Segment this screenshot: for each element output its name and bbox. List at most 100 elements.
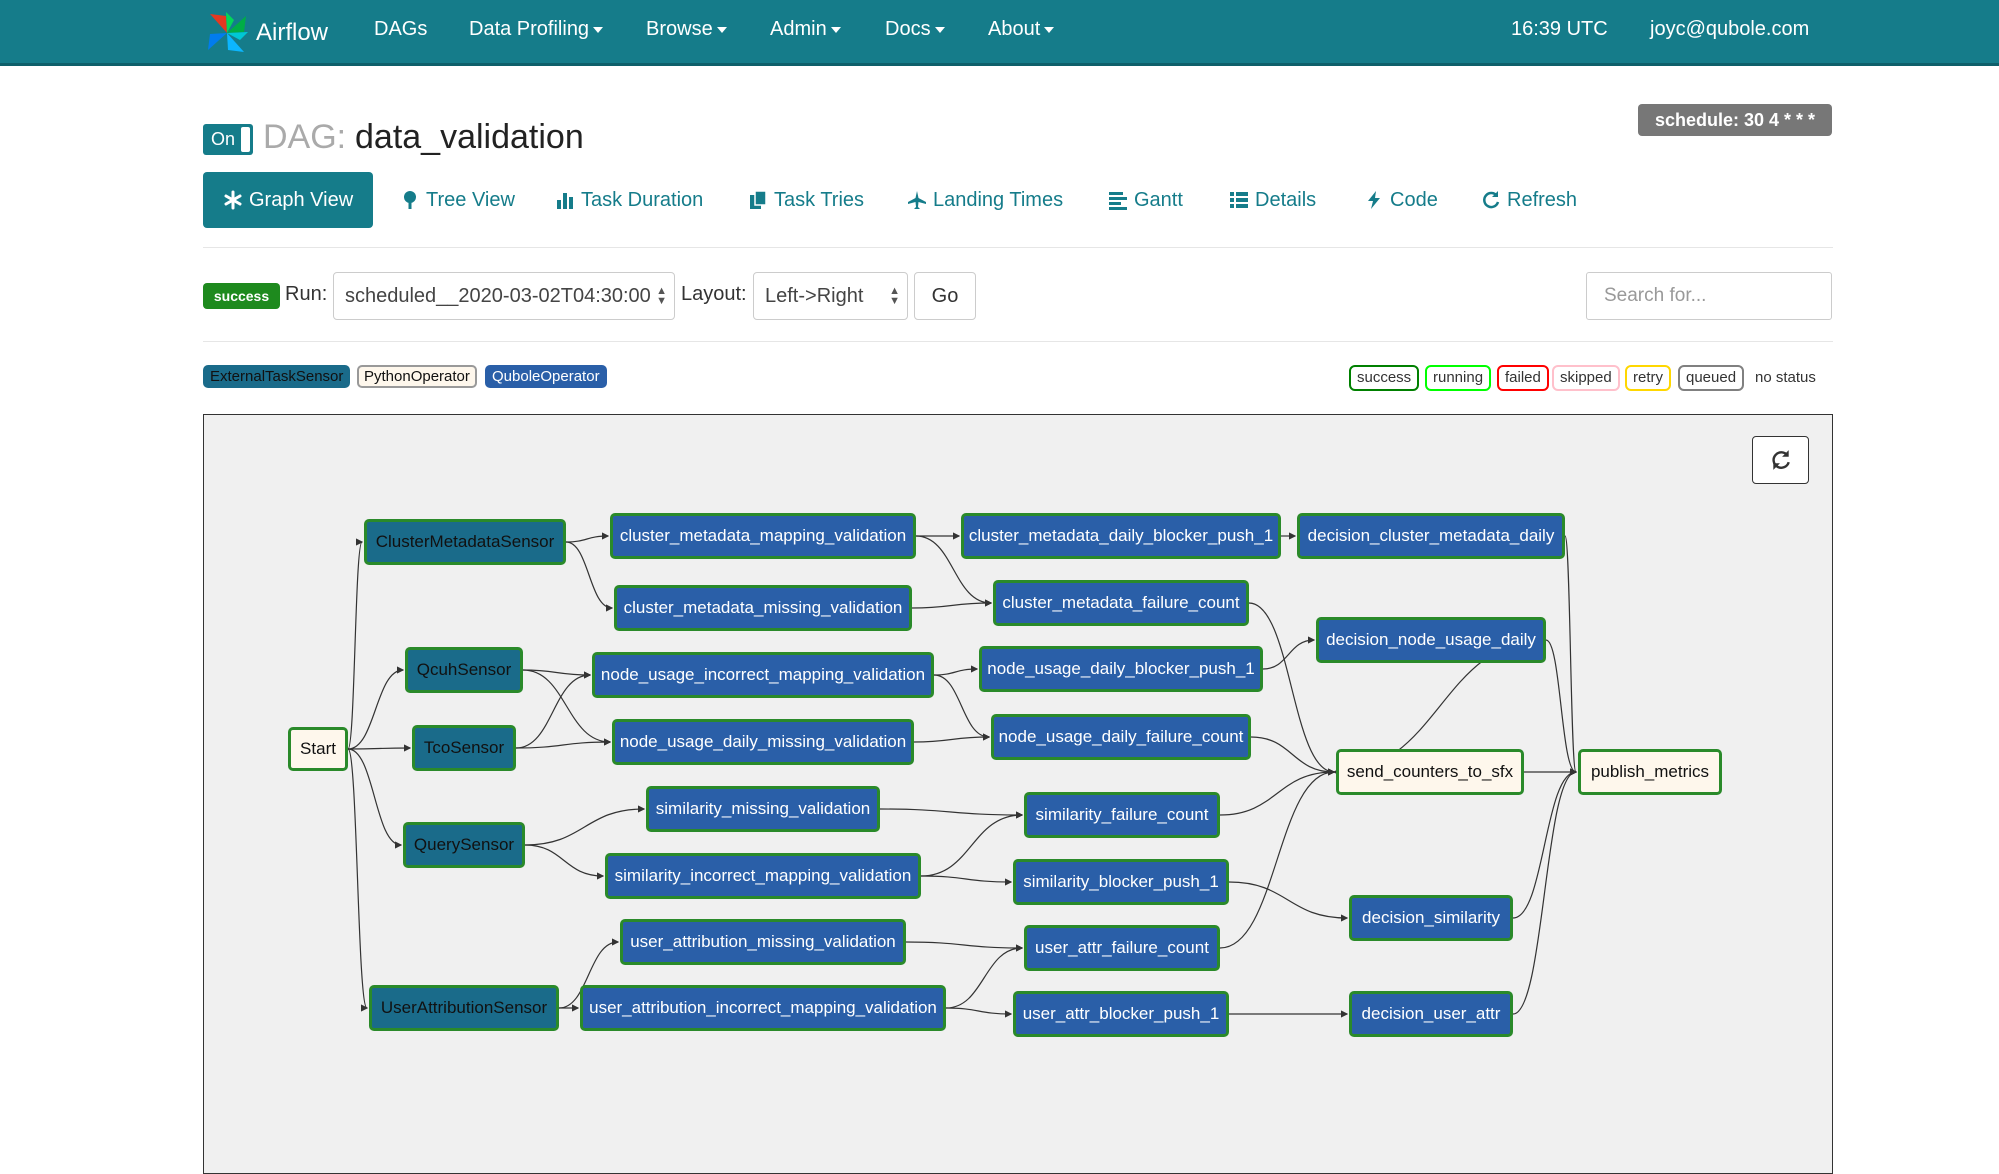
state-success[interactable]: success — [1349, 365, 1420, 391]
task-node-user-attr-failure-count[interactable]: user_attr_failure_count — [1024, 925, 1220, 971]
divider — [203, 341, 1833, 342]
legend-external-task-sensor: ExternalTaskSensor — [203, 365, 351, 388]
tab-details-label: Details — [1255, 188, 1317, 211]
duplicate-icon — [750, 190, 767, 209]
tab-landing-times-label: Landing Times — [933, 188, 1064, 211]
nav-data-profiling-label: Data Profiling — [469, 18, 590, 40]
task-node-node-usage-daily-missing-validation[interactable]: node_usage_daily_missing_validation — [612, 719, 914, 765]
select-arrows-icon: ▲ ▼ — [656, 285, 667, 307]
tab-refresh-label: Refresh — [1507, 188, 1578, 211]
task-node-send-counters-to-sfx[interactable]: send_counters_to_sfx — [1336, 749, 1524, 795]
nav-admin[interactable]: Admin — [770, 18, 841, 41]
tab-tree-view[interactable]: Tree View — [400, 172, 515, 228]
state-failed[interactable]: failed — [1497, 365, 1549, 391]
tab-code[interactable]: Code — [1364, 172, 1438, 228]
nav-docs-label: Docs — [885, 18, 931, 40]
task-node-userattributionsensor[interactable]: UserAttributionSensor — [369, 985, 559, 1031]
nav-dags-label: DAGs — [374, 18, 428, 40]
nav-docs[interactable]: Docs — [885, 18, 945, 41]
tab-refresh[interactable]: Refresh — [1481, 172, 1577, 228]
tab-code-label: Code — [1390, 188, 1438, 211]
task-node-similarity-blocker-push-1[interactable]: similarity_blocker_push_1 — [1013, 859, 1229, 905]
dag-run-state-badge: success — [203, 283, 280, 309]
page-title: data_validation — [355, 118, 584, 156]
state-skipped[interactable]: skipped — [1552, 365, 1620, 391]
task-node-publish-metrics[interactable]: publish_metrics — [1578, 749, 1722, 795]
layout-label: Layout: — [681, 283, 747, 305]
task-node-decision-cluster-metadata-daily[interactable]: decision_cluster_metadata_daily — [1297, 513, 1565, 559]
task-node-cluster-metadata-failure-count[interactable]: cluster_metadata_failure_count — [993, 580, 1249, 626]
layout-select[interactable]: Left->Right ▲ ▼ — [753, 272, 908, 320]
asterisk-icon — [224, 190, 242, 210]
task-node-clustermetadatasensor[interactable]: ClusterMetadataSensor — [364, 519, 566, 565]
task-node-start[interactable]: Start — [288, 727, 348, 771]
task-node-similarity-missing-validation[interactable]: similarity_missing_validation — [646, 786, 880, 832]
tab-tree-view-label: Tree View — [426, 188, 515, 211]
tab-gantt[interactable]: Gantt — [1108, 172, 1183, 228]
nav-browse-label: Browse — [646, 18, 713, 40]
tab-task-tries[interactable]: Task Tries — [748, 172, 864, 228]
list-icon — [1230, 192, 1248, 208]
go-button[interactable]: Go — [914, 272, 976, 320]
task-node-cluster-metadata-mapping-validation[interactable]: cluster_metadata_mapping_validation — [610, 513, 916, 559]
dag-pause-toggle[interactable]: On — [203, 124, 253, 155]
task-node-cluster-metadata-missing-validation[interactable]: cluster_metadata_missing_validation — [614, 585, 912, 631]
tab-graph-view[interactable]: Graph View — [203, 172, 374, 228]
state-running[interactable]: running — [1425, 365, 1492, 391]
toggle-knob — [241, 127, 250, 152]
nav-browse[interactable]: Browse — [646, 18, 727, 41]
tab-gantt-label: Gantt — [1134, 188, 1183, 211]
tab-graph-view-label: Graph View — [249, 188, 354, 211]
tab-task-duration[interactable]: Task Duration — [555, 172, 703, 228]
task-node-decision-similarity[interactable]: decision_similarity — [1349, 895, 1513, 941]
caret-down-icon — [1044, 26, 1055, 33]
bar-chart-icon — [557, 193, 573, 209]
task-node-decision-node-usage-daily[interactable]: decision_node_usage_daily — [1316, 617, 1546, 663]
navbar: Airflow DAGs Data Profiling Browse Admin… — [0, 0, 1999, 66]
state-queued[interactable]: queued — [1678, 365, 1745, 391]
task-node-node-usage-daily-blocker-push-1[interactable]: node_usage_daily_blocker_push_1 — [979, 646, 1263, 692]
task-node-similarity-failure-count[interactable]: similarity_failure_count — [1024, 792, 1220, 838]
run-select-value: scheduled__2020-03-02T04:30:00 — [345, 285, 651, 307]
state-retry[interactable]: retry — [1625, 365, 1671, 391]
task-node-node-usage-daily-failure-count[interactable]: node_usage_daily_failure_count — [991, 714, 1251, 760]
nav-about[interactable]: About — [988, 18, 1055, 41]
task-node-cluster-metadata-daily-blocker-push-1[interactable]: cluster_metadata_daily_blocker_push_1 — [961, 513, 1281, 559]
layout-select-value: Left->Right — [765, 285, 864, 307]
user-menu[interactable]: joyc@qubole.com — [1650, 18, 1809, 41]
tab-landing-times[interactable]: Landing Times — [907, 172, 1063, 228]
task-node-tcosensor[interactable]: TcoSensor — [412, 725, 516, 771]
task-node-decision-user-attr[interactable]: decision_user_attr — [1349, 991, 1513, 1037]
task-node-similarity-incorrect-mapping-validation[interactable]: similarity_incorrect_mapping_validation — [605, 853, 921, 899]
search-input[interactable] — [1586, 272, 1832, 320]
tree-icon — [404, 191, 416, 209]
run-select[interactable]: scheduled__2020-03-02T04:30:00 ▲ ▼ — [333, 272, 675, 320]
task-node-querysensor[interactable]: QuerySensor — [403, 822, 525, 868]
server-time: 16:39 UTC — [1511, 18, 1608, 40]
task-node-qcuhsensor[interactable]: QcuhSensor — [405, 647, 523, 693]
caret-down-icon — [934, 26, 945, 33]
task-node-user-attribution-missing-validation[interactable]: user_attribution_missing_validation — [620, 919, 906, 965]
tab-details[interactable]: Details — [1229, 172, 1316, 228]
task-node-user-attribution-incorrect-mapping-validation[interactable]: user_attribution_incorrect_mapping_valid… — [580, 985, 946, 1031]
nav-data-profiling[interactable]: Data Profiling — [469, 18, 604, 41]
run-label: Run: — [285, 283, 328, 305]
align-left-icon — [1109, 192, 1127, 210]
dag-prefix: DAG: — [263, 118, 347, 156]
flash-icon — [1368, 191, 1380, 209]
tab-task-duration-label: Task Duration — [581, 188, 704, 211]
airflow-pinwheel-icon — [208, 12, 248, 52]
nav-dags[interactable]: DAGs — [374, 18, 427, 41]
refresh-icon — [1771, 450, 1790, 470]
plane-icon — [908, 191, 926, 209]
state-no-status: no status — [1755, 369, 1816, 386]
task-node-node-usage-incorrect-mapping-validation[interactable]: node_usage_incorrect_mapping_validation — [592, 652, 934, 698]
schedule-badge: schedule: 30 4 * * * — [1638, 104, 1832, 136]
task-node-user-attr-blocker-push-1[interactable]: user_attr_blocker_push_1 — [1013, 991, 1229, 1037]
graph-refresh-button[interactable] — [1752, 436, 1809, 484]
legend-qubole-operator: QuboleOperator — [485, 365, 607, 388]
tab-task-tries-label: Task Tries — [774, 188, 865, 211]
select-arrows-icon: ▲ ▼ — [889, 285, 900, 307]
brand-link[interactable]: Airflow — [204, 8, 328, 58]
nav-admin-label: Admin — [770, 18, 827, 40]
